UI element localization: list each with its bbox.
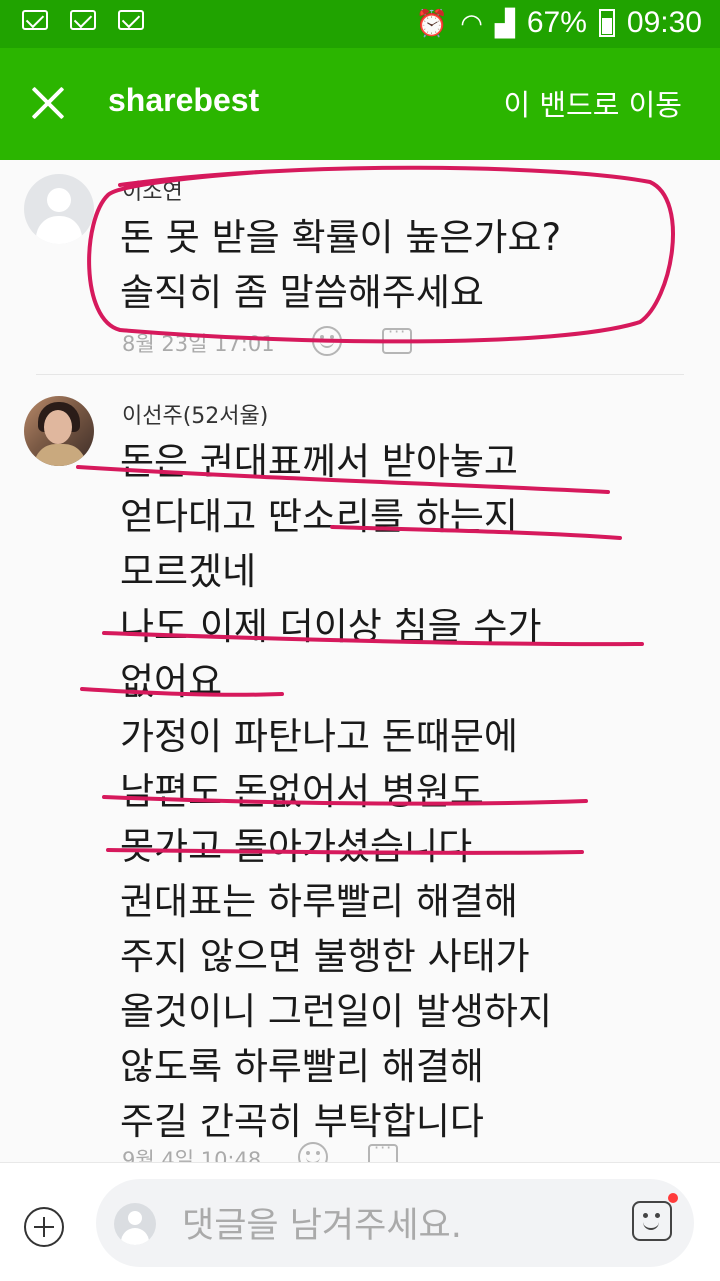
status-bar: ⏰ ◠ ▟ 67% 09:30: [0, 0, 720, 48]
comment-date: 8월 23일 17:01: [122, 332, 275, 356]
close-icon[interactable]: [24, 78, 74, 128]
clock: 09:30: [626, 6, 702, 39]
battery-percent: 67%: [526, 6, 587, 39]
battery-icon: [598, 9, 615, 37]
my-avatar: [114, 1203, 156, 1245]
comment-bar: 댓글을 남겨주세요.: [0, 1162, 720, 1281]
new-badge-dot: [668, 1193, 678, 1203]
emotion-icon[interactable]: [312, 326, 342, 356]
signal-icon: ▟: [494, 7, 515, 38]
comment-author[interactable]: 이소연: [122, 174, 183, 206]
comment-author[interactable]: 이선주(52서울): [122, 398, 268, 430]
reply-icon[interactable]: [382, 322, 412, 354]
comment-divider: [36, 374, 684, 375]
app-header: sharebest 이 밴드로 이동: [0, 48, 720, 160]
comment-list[interactable]: 이소연 돈 못 받을 확률이 높은가요? 솔직히 좀 말씀해주세요 8월 23일…: [0, 160, 720, 1162]
email-at-icon: [70, 10, 96, 30]
avatar[interactable]: [24, 396, 94, 466]
avatar[interactable]: [24, 174, 94, 244]
sticker-icon[interactable]: [632, 1201, 672, 1241]
email-at-icon: [118, 10, 144, 30]
reply-icon[interactable]: [368, 1138, 398, 1162]
comment-input-placeholder[interactable]: 댓글을 남겨주세요.: [182, 1197, 462, 1248]
comment-input[interactable]: 댓글을 남겨주세요.: [96, 1179, 694, 1267]
comment-text: 돈 못 받을 확률이 높은가요? 솔직히 좀 말씀해주세요: [120, 216, 562, 314]
goto-band-button[interactable]: 이 밴드로 이동: [503, 82, 682, 124]
add-icon[interactable]: [24, 1207, 64, 1247]
mail-icon: [22, 10, 48, 30]
wifi-icon: ◠: [460, 7, 483, 38]
comment-date: 9월 4일 10:48: [122, 1148, 262, 1162]
band-title: sharebest: [108, 82, 260, 118]
comment-text: 돈은 권대표께서 받아놓고 얻다대고 딴소리를 하는지 모르겠네 나도 이제 더…: [120, 440, 553, 1143]
alarm-icon: ⏰: [415, 7, 449, 38]
